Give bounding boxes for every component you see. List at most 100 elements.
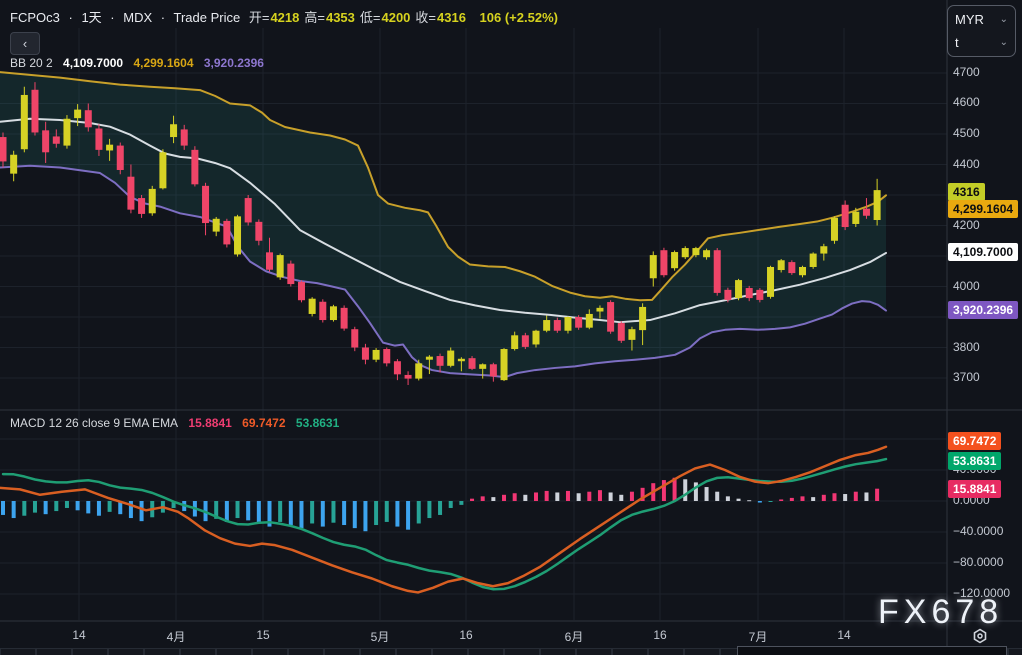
ohlc-values: 开=4218高=4353低=4200收=4316 <box>249 10 471 25</box>
chart-header: FCPOc3 · 1天 · MDX · Trade Price 开=4218高=… <box>10 7 563 26</box>
bottom-strip-cell <box>216 648 252 655</box>
macd-signal-value: 53.8631 <box>296 416 339 430</box>
candle-body <box>330 306 337 320</box>
macd-histogram-bar <box>76 501 80 510</box>
chart-canvas[interactable] <box>0 0 1022 655</box>
macd-main-line <box>0 447 886 593</box>
settings-gear-icon[interactable] <box>969 626 991 648</box>
bottom-strip-cell <box>108 648 144 655</box>
candle-body <box>31 90 38 133</box>
macd-histogram-bar <box>406 501 410 530</box>
candle-body <box>703 250 710 257</box>
candle-body <box>820 246 827 253</box>
bottom-strip-cell <box>36 648 72 655</box>
bottom-strip-cell <box>504 648 540 655</box>
macd-histogram-bar <box>491 497 495 501</box>
macd-histogram-bar <box>534 492 538 501</box>
currency-dropdown[interactable]: MYR ⌄ <box>955 12 1008 27</box>
candle-body <box>575 317 582 328</box>
candle-body <box>788 262 795 273</box>
candle-body <box>511 335 518 349</box>
macd-histogram-bar <box>545 491 549 501</box>
candle-body <box>85 110 92 127</box>
candle-body <box>426 357 433 360</box>
candle-body <box>266 252 273 269</box>
macd-histogram-bar <box>470 499 474 501</box>
candle-body <box>447 351 454 366</box>
macd-histogram-bar <box>44 501 48 514</box>
bb-upper-value: 4,299.1604 <box>133 56 193 70</box>
candle-body <box>501 349 508 380</box>
macd-histogram-bar <box>289 501 293 525</box>
macd-badge: 15.8841 <box>948 480 1001 498</box>
candle-body <box>202 186 209 223</box>
bollinger-fill <box>0 72 886 377</box>
macd-histogram-bar <box>140 501 144 521</box>
chevron-down-icon: ⌄ <box>1000 37 1008 48</box>
macd-histogram-bar <box>502 495 506 501</box>
macd-line-value: 69.7472 <box>242 416 285 430</box>
macd-axis-label: −80.0000 <box>953 555 1003 569</box>
macd-histogram-bar <box>54 501 58 511</box>
candle-body <box>0 137 7 161</box>
macd-histogram-bar <box>843 494 847 501</box>
candle-body <box>735 280 742 298</box>
price-axis-label: 4500 <box>953 126 980 140</box>
bottom-strip-cell <box>1008 648 1022 655</box>
candle-body <box>533 331 540 345</box>
bottom-strip-cell <box>252 648 288 655</box>
symbol-name[interactable]: FCPOc3 <box>10 10 60 25</box>
macd-histogram-bar <box>363 501 367 531</box>
macd-histogram-bar <box>854 492 858 501</box>
candle-body <box>724 290 731 300</box>
ohlc-value: 4218 <box>270 10 299 25</box>
bottom-strip-cell <box>180 648 216 655</box>
unit-dropdown[interactable]: t ⌄ <box>955 35 1008 50</box>
candle-body <box>671 252 678 268</box>
macd-histogram-bar <box>705 487 709 501</box>
price-badge: 4,109.7000 <box>948 243 1018 261</box>
ohlc-label: 高= <box>304 10 325 25</box>
bb-lower-value: 3,920.2396 <box>204 56 264 70</box>
macd-histogram-bar <box>801 496 805 501</box>
bottom-strip-cell <box>648 648 684 655</box>
macd-histogram-bar <box>609 492 613 501</box>
time-axis-label: 16 <box>653 628 666 642</box>
candle-body <box>95 129 102 150</box>
macd-histogram-bar <box>225 501 229 522</box>
change-value: 106 (+2.52%) <box>480 10 558 25</box>
macd-histogram-bar <box>22 501 26 516</box>
bb-legend[interactable]: BB 20 2 4,109.7000 4,299.1604 3,920.2396 <box>10 56 271 70</box>
candle-body <box>650 255 657 278</box>
macd-histogram-bar <box>86 501 90 513</box>
price-axis-label: 4700 <box>953 65 980 79</box>
candle-body <box>586 314 593 328</box>
macd-histogram-bar <box>65 501 69 508</box>
candle-body <box>437 356 444 366</box>
candle-body <box>138 198 145 214</box>
unit-value: t <box>955 35 959 50</box>
macd-legend[interactable]: MACD 12 26 close 9 EMA EMA 15.8841 69.74… <box>10 416 346 430</box>
currency-unit-selector[interactable]: MYR ⌄ t ⌄ <box>947 5 1016 57</box>
candle-body <box>469 358 476 369</box>
time-axis-label: 15 <box>256 628 269 642</box>
macd-histogram-bar <box>523 495 527 501</box>
bottom-strip-cell <box>612 648 648 655</box>
back-button[interactable]: ‹ <box>10 32 40 55</box>
bottom-strip-cell <box>288 648 324 655</box>
price-type-label: Trade Price <box>174 10 241 25</box>
price-axis-label: 4000 <box>953 279 980 293</box>
candle-body <box>341 308 348 329</box>
price-axis-label: 3800 <box>953 340 980 354</box>
macd-histogram-bar <box>353 501 357 528</box>
bottom-strip-cell <box>324 648 360 655</box>
candle-body <box>170 124 177 137</box>
candle-body <box>767 267 774 297</box>
macd-histogram-bar <box>12 501 16 518</box>
macd-histogram-bar <box>769 501 773 502</box>
candle-body <box>53 136 60 143</box>
currency-value: MYR <box>955 12 984 27</box>
macd-histogram-bar <box>790 498 794 501</box>
candle-body <box>181 129 188 145</box>
interval-label[interactable]: 1天 <box>81 10 101 25</box>
